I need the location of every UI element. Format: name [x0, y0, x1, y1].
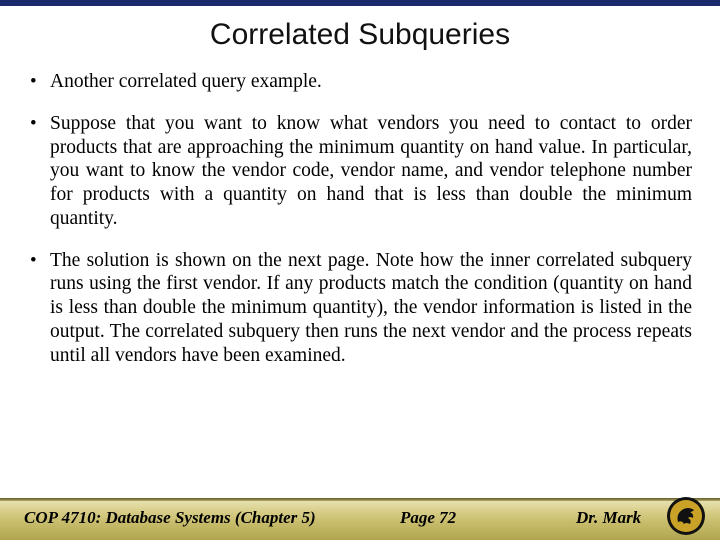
top-accent-bar	[0, 0, 720, 6]
slide-title: Correlated Subqueries	[0, 18, 720, 52]
slide-body: Another correlated query example. Suppos…	[0, 70, 720, 368]
ucf-pegasus-logo-icon	[666, 496, 706, 536]
bullet-list: Another correlated query example. Suppos…	[28, 70, 692, 368]
list-item: The solution is shown on the next page. …	[28, 249, 692, 368]
list-item: Another correlated query example.	[28, 70, 692, 94]
list-item: Suppose that you want to know what vendo…	[28, 112, 692, 231]
footer-author: Dr. Mark	[576, 508, 641, 528]
slide-footer: COP 4710: Database Systems (Chapter 5) P…	[0, 498, 720, 540]
footer-course: COP 4710: Database Systems (Chapter 5)	[24, 508, 316, 528]
footer-page: Page 72	[400, 508, 456, 528]
